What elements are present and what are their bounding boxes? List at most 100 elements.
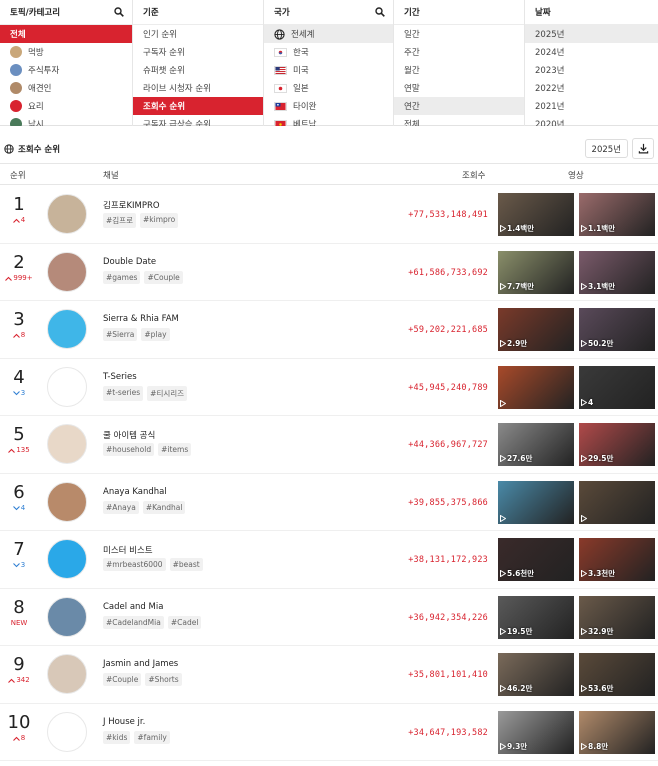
video-thumbnail[interactable]: 50.2만 [579,308,655,351]
table-row[interactable]: 10 8 J House jr. #kids #family +34,647,19… [0,704,658,761]
channel-tag[interactable]: #Kandhal [142,500,186,514]
table-row[interactable]: 6 4 Anaya Kandhal #Anaya #Kandhal +39,855… [0,474,658,531]
channel-tag[interactable]: #household [103,443,155,456]
channel-tag[interactable]: #티시리즈 [147,385,188,401]
channel-tag[interactable]: #kimpro [139,213,179,228]
criteria-item[interactable]: 인기 순위 [133,25,263,43]
avatar[interactable] [47,424,87,464]
channel-tag[interactable]: #Couple [103,673,142,686]
channel-tag[interactable]: #kids [103,730,131,744]
period-item[interactable]: 주간 [394,43,524,61]
channel-tag[interactable]: #beast [169,558,203,571]
table-row[interactable]: 2 999+ Double Date #games #Couple +61,586… [0,244,658,301]
video-thumbnail[interactable]: 46.2만 [498,653,574,696]
channel-name[interactable]: 김프로KIMPRO [103,199,160,211]
table-row[interactable]: 4 3 T-Series #t-series #티시리즈 +45,945,240,… [0,359,658,416]
topic-item[interactable]: 낚시 [0,115,132,126]
period-item[interactable]: 연말 [394,79,524,97]
criteria-item[interactable]: 라이브 시청자 순위 [133,79,263,97]
channel-tag[interactable]: #mrbeast6000 [103,558,166,571]
period-item[interactable]: 전체 [394,115,524,126]
channel-tag[interactable]: #Cadel [167,615,202,629]
video-thumbnail[interactable]: 1.1백만 [579,193,655,236]
avatar[interactable] [47,309,87,349]
criteria-item[interactable]: 슈퍼챗 순위 [133,61,263,79]
date-item[interactable]: 2021년 [525,97,658,115]
topic-item[interactable]: 애견인 [0,79,132,97]
channel-name[interactable]: Jasmin and James [103,659,178,669]
table-row[interactable]: 5 135 쿨 아이템 공식 #household #items +44,366,… [0,416,658,474]
search-icon[interactable] [375,7,385,17]
topic-item[interactable]: 전체 [0,25,132,43]
video-thumbnail[interactable]: 4 [579,365,655,409]
video-thumbnail[interactable]: 8.8만 [579,710,655,754]
channel-name[interactable]: Double Date [103,257,156,267]
search-icon[interactable] [114,7,124,17]
avatar[interactable] [47,481,87,522]
country-item[interactable]: 한국 [264,43,393,61]
video-thumbnail[interactable]: 9.3만 [498,710,574,754]
country-item[interactable]: 타이완 [264,97,393,115]
table-row[interactable]: 8 NEW Cadel and Mia #CadelandMia #Cadel +… [0,589,658,646]
criteria-item[interactable]: 구독자 순위 [133,43,263,61]
download-button[interactable] [632,138,654,159]
channel-tag[interactable]: #family [134,730,170,744]
table-row[interactable]: 9 342 Jasmin and James #Couple #Shorts +3… [0,646,658,704]
criteria-item[interactable]: 구독자 급상승 순위 [133,115,263,126]
channel-tag[interactable]: #김프로 [103,213,136,228]
date-item[interactable]: 2024년 [525,43,658,61]
table-row[interactable]: 3 8 Sierra & Rhia FAM #Sierra #play +59,2… [0,301,658,359]
avatar[interactable] [47,194,87,234]
channel-name[interactable]: Cadel and Mia [103,602,163,612]
period-item[interactable]: 일간 [394,25,524,43]
channel-tag[interactable]: #Anaya [103,500,139,514]
channel-name[interactable]: T-Series [103,372,137,382]
year-selector[interactable]: 2025년 [584,139,628,158]
video-thumbnail[interactable]: 19.5만 [498,595,574,639]
channel-name[interactable]: Sierra & Rhia FAM [103,314,179,324]
channel-tag[interactable]: #Sierra [103,328,138,341]
table-row[interactable]: 7 3 미스터 비스트 #mrbeast6000 #beast +38,131,1… [0,531,658,589]
channel-tag[interactable]: #Shorts [145,673,182,686]
period-item[interactable]: 월간 [394,61,524,79]
video-thumbnail[interactable]: 3.1백만 [579,250,655,294]
channel-tag[interactable]: #play [141,328,170,341]
video-thumbnail[interactable] [579,480,655,524]
video-thumbnail[interactable]: 2.9만 [498,308,574,351]
date-item[interactable]: 2022년 [525,79,658,97]
topic-item[interactable]: 요리 [0,97,132,115]
channel-tag[interactable]: #CadelandMia [103,615,164,629]
topic-item[interactable]: 주식투자 [0,61,132,79]
channel-name[interactable]: J House jr. [103,717,145,727]
period-item[interactable]: 연간 [394,97,524,115]
avatar[interactable] [47,654,87,694]
channel-tag[interactable]: #items [158,443,192,456]
video-thumbnail[interactable]: 5.6천만 [498,538,574,581]
table-row[interactable]: 1 4 김프로KIMPRO #김프로 #kimpro +77,533,148,49… [0,186,658,244]
channel-tag[interactable]: #t-series [103,385,144,401]
video-thumbnail[interactable]: 29.5만 [579,423,655,466]
channel-name[interactable]: 미스터 비스트 [103,544,153,556]
video-thumbnail[interactable]: 53.6만 [579,653,655,696]
country-item[interactable]: 일본 [264,79,393,97]
date-item[interactable]: 2023년 [525,61,658,79]
channel-tag[interactable]: #Couple [144,270,183,284]
avatar[interactable] [47,366,87,407]
video-thumbnail[interactable]: 27.6만 [498,423,574,466]
avatar[interactable] [47,711,87,752]
country-item[interactable]: 미국 [264,61,393,79]
avatar[interactable] [47,251,87,292]
topic-item[interactable]: 먹방 [0,43,132,61]
date-item[interactable]: 2020년 [525,115,658,126]
country-item[interactable]: 베트남 [264,115,393,126]
date-item[interactable]: 2025년 [525,25,658,43]
country-item[interactable]: 전세계 [264,25,393,43]
video-thumbnail[interactable]: 7.7백만 [498,250,574,294]
video-thumbnail[interactable]: 32.9만 [579,595,655,639]
channel-tag[interactable]: #games [103,270,141,284]
video-thumbnail[interactable]: 1.4백만 [498,193,574,236]
avatar[interactable] [47,539,87,579]
criteria-item[interactable]: 조회수 순위 [133,97,263,115]
channel-name[interactable]: Anaya Kandhal [103,487,167,497]
video-thumbnail[interactable]: 3.3천만 [579,538,655,581]
